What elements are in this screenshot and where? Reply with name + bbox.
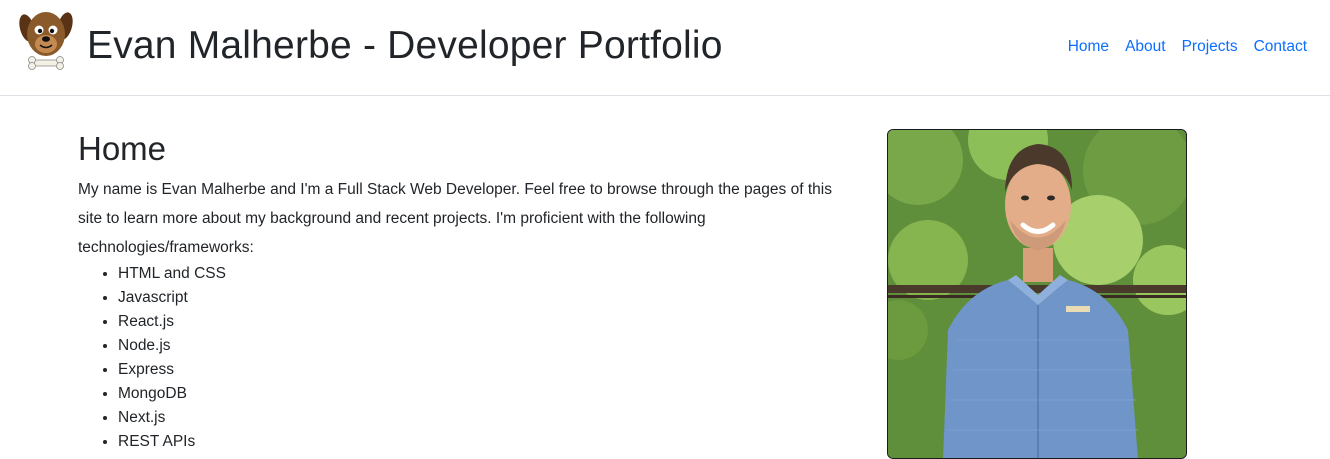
list-item: HTML and CSS [118,262,226,286]
intro-paragraph: My name is Evan Malherbe and I'm a Full … [78,181,832,256]
list-item: REST APIs [118,430,226,454]
list-item: MongoDB [118,382,226,406]
list-item: React.js [118,310,226,334]
site-title: Evan Malherbe - Developer Portfolio [87,24,723,67]
nav-contact-link[interactable]: Contact [1254,36,1307,58]
page-title: Home [78,130,167,167]
portrait-photo [887,129,1187,459]
nav-projects-link[interactable]: Projects [1182,36,1238,58]
site-header: Evan Malherbe - Developer Portfolio Home… [0,0,1330,96]
technology-list: HTML and CSS Javascript React.js Node.js… [78,262,226,454]
cartoon-dog-logo-icon[interactable] [18,4,74,76]
list-item: Express [118,358,226,382]
nav-about-link[interactable]: About [1125,36,1166,58]
list-item: Javascript [118,286,226,310]
nav-home-link[interactable]: Home [1068,36,1109,58]
main-nav: Home About Projects Contact [1068,36,1307,58]
list-item: Node.js [118,334,226,358]
list-item: Next.js [118,406,226,430]
